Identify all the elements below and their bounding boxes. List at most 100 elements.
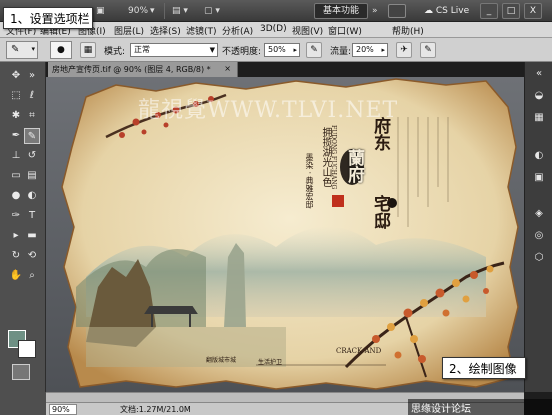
blend-mode-value: 正常 — [134, 45, 150, 54]
layers-panel-icon[interactable]: ◈ — [531, 206, 547, 222]
menu-select[interactable]: 选择(S) — [150, 24, 181, 37]
menu-window[interactable]: 窗口(W) — [328, 24, 362, 37]
chevron-right-icon: ▸ — [293, 46, 297, 54]
panel-collapse-icon[interactable]: » — [24, 68, 40, 84]
document-tab[interactable]: 房地产宣传页.tif @ 90% (图层 4, RGB/8) * × — [48, 62, 238, 77]
artwork-footer-mid: 生活护卫 — [258, 359, 283, 366]
crop-tool-icon[interactable]: ⌗ — [24, 108, 40, 124]
clone-stamp-tool-icon[interactable]: ⊥ — [8, 148, 24, 164]
red-seal-stamp — [332, 195, 344, 207]
options-bar: ✎ ▾ ● ▦ 模式: 正常 ▼ 不透明度: 50% ▸ ✎ 流量: 20% ▸ ✈ ✎ — [0, 38, 552, 62]
artwork-title-stamp: 蘭府 — [344, 149, 364, 183]
toolbox-footer — [0, 392, 46, 415]
hand-tool-icon[interactable]: ✋ — [8, 268, 24, 284]
adjustments-panel-icon[interactable]: ◐ — [531, 148, 547, 164]
view-extras-icon[interactable]: ▣ — [96, 4, 105, 18]
move-tool-icon[interactable]: ✥ — [8, 68, 24, 84]
artwork-footer-right: CRACK AND — [336, 347, 382, 355]
color-panel-icon[interactable]: ◒ — [531, 88, 547, 104]
blend-mode-select[interactable]: 正常 ▼ — [130, 43, 218, 57]
dock-expand-icon[interactable]: « — [531, 66, 547, 82]
flow-value: 20% — [356, 45, 374, 54]
menu-3d[interactable]: 3D(D) — [260, 24, 287, 34]
tools-panel: ✥ » ⬚ ℓ ✱ ⌗ ✒ ✎ ⊥ ↺ ▭ ▤ ● ◐ ✑ T ▸ ▬ ↻ ⟲ … — [0, 62, 46, 392]
restore-button[interactable]: □ — [502, 3, 520, 19]
marquee-tool-icon[interactable]: ⬚ — [8, 88, 24, 104]
menu-layer[interactable]: 图层(L) — [114, 24, 144, 37]
menu-filter[interactable]: 滤镜(T) — [186, 24, 217, 37]
separator — [164, 3, 165, 19]
document-tab-title: 房地产宣传页.tif @ 90% (图层 4, RGB/8) * — [52, 65, 211, 74]
lake-water — [86, 327, 286, 367]
menu-help[interactable]: 帮助(H) — [392, 24, 424, 37]
opacity-label: 不透明度: — [222, 47, 262, 57]
airbrush-icon[interactable]: ✈ — [396, 42, 412, 58]
document-size-info[interactable]: 文档:1.27M/21.0M — [120, 404, 191, 415]
shape-tool-icon[interactable]: ▬ — [24, 228, 40, 244]
chevron-down-icon: ▾ — [31, 45, 35, 53]
minimize-button[interactable]: _ — [480, 3, 498, 19]
3d-camera-tool-icon[interactable]: ⟲ — [24, 248, 40, 264]
pen-tool-icon[interactable]: ✑ — [8, 208, 24, 224]
type-tool-icon[interactable]: T — [24, 208, 40, 224]
brush-tip-icon: ● — [57, 45, 65, 55]
cs-live-icon: ☁ — [424, 6, 433, 16]
size-pressure-icon[interactable]: ✎ — [420, 42, 436, 58]
menu-analysis[interactable]: 分析(A) — [222, 24, 253, 37]
close-tab-icon[interactable]: × — [224, 64, 231, 73]
lasso-tool-icon[interactable]: ℓ — [24, 88, 40, 104]
artwork-subline: 墨染 · 典雅宏邸 — [305, 153, 314, 209]
mode-label: 模式: — [104, 47, 126, 57]
help-search-input[interactable] — [388, 4, 406, 18]
forum-watermark: 思缘设计论坛 WWW.MISSYUAN.COM — [408, 399, 552, 415]
artwork-pinyin: FUDONG FUCHANG — [330, 125, 337, 190]
tool-preset-picker[interactable]: ✎ ▾ — [6, 41, 38, 59]
workspace-more-icon[interactable]: » — [372, 4, 384, 18]
zoom-level-dropdown[interactable]: 90% — [128, 4, 148, 18]
swatches-panel-icon[interactable]: ▦ — [531, 110, 547, 126]
callout-step-2: 2、绘制图像 — [442, 357, 526, 379]
eraser-tool-icon[interactable]: ▭ — [8, 168, 24, 184]
gradient-tool-icon[interactable]: ▤ — [24, 168, 40, 184]
cs-live-button[interactable]: ☁ CS Live — [424, 4, 469, 18]
menu-view[interactable]: 视图(V) — [292, 24, 323, 37]
eyedropper-tool-icon[interactable]: ✒ — [8, 128, 24, 144]
panel-dock: « ◒ ▦ ◐ ▣ ◈ ◎ ⬡ — [524, 62, 552, 392]
chevron-right-icon: ▸ — [381, 46, 385, 54]
artwork-title-tail: 宅邸 — [370, 195, 390, 229]
masks-panel-icon[interactable]: ▣ — [531, 170, 547, 186]
arrange-documents-icon[interactable]: ▤ ▾ — [172, 4, 188, 18]
zoom-dropdown-arrow-icon[interactable]: ▾ — [150, 4, 155, 18]
screen-mode-icon[interactable]: ▢ ▾ — [204, 4, 220, 18]
flow-label: 流量: — [330, 47, 352, 57]
chevron-down-icon: ▼ — [209, 46, 215, 54]
artwork — [46, 77, 524, 392]
flow-input[interactable]: 20% ▸ — [352, 43, 388, 57]
3d-rotate-tool-icon[interactable]: ↻ — [8, 248, 24, 264]
quick-mask-button[interactable] — [12, 364, 30, 380]
brush-tool-icon[interactable]: ✎ — [24, 128, 40, 144]
opacity-value: 50% — [268, 45, 286, 54]
background-color-swatch[interactable] — [18, 340, 36, 358]
site-watermark: 龍視覺WWW.TLVI.NET — [138, 98, 399, 123]
opacity-pressure-icon[interactable]: ✎ — [306, 42, 322, 58]
cs-live-label: CS Live — [435, 6, 470, 16]
artwork-footer-left: 翻版城市城 — [206, 357, 237, 364]
quick-selection-tool-icon[interactable]: ✱ — [8, 108, 24, 124]
callout-step-1: 1、设置选项栏 — [3, 7, 93, 29]
brush-tool-icon: ✎ — [11, 44, 20, 55]
workspace-switcher-button[interactable]: 基本功能 — [314, 3, 368, 19]
document-canvas[interactable]: 府东 蘭府 宅邸 拥揽湖光山色 墨染 · 典雅宏邸 FUDONG FUCHANG… — [46, 77, 524, 392]
history-brush-tool-icon[interactable]: ↺ — [24, 148, 40, 164]
brush-preset-picker[interactable]: ● — [50, 41, 72, 59]
zoom-tool-icon[interactable]: ⌕ — [24, 268, 40, 284]
blur-tool-icon[interactable]: ● — [8, 188, 24, 204]
close-window-button[interactable]: X — [524, 3, 542, 19]
dodge-tool-icon[interactable]: ◐ — [24, 188, 40, 204]
opacity-input[interactable]: 50% ▸ — [264, 43, 300, 57]
paths-panel-icon[interactable]: ⬡ — [531, 250, 547, 266]
path-selection-tool-icon[interactable]: ▸ — [8, 228, 24, 244]
brush-panel-toggle-icon[interactable]: ▦ — [80, 42, 96, 58]
status-zoom-field[interactable]: 90% — [49, 404, 77, 415]
channels-panel-icon[interactable]: ◎ — [531, 228, 547, 244]
